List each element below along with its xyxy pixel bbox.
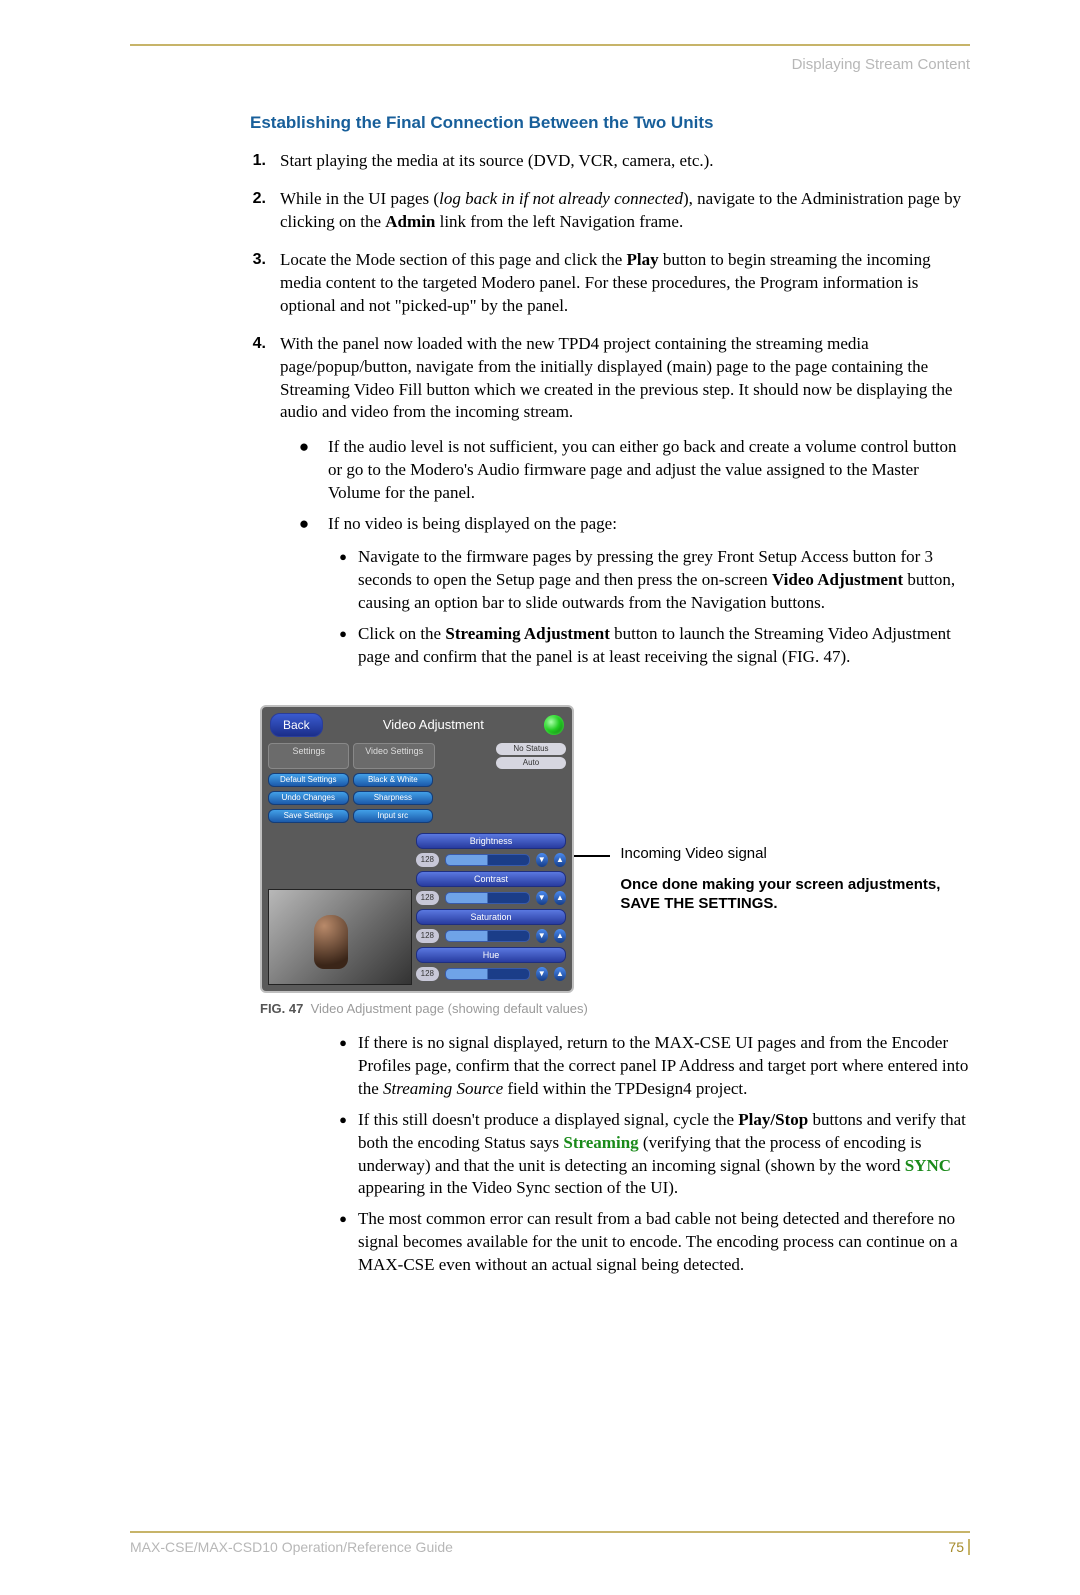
hue-label: Hue xyxy=(416,947,566,963)
figure-caption-text: Video Adjustment page (showing default v… xyxy=(311,1001,588,1016)
step-3: 3. Locate the Mode section of this page … xyxy=(130,244,970,328)
step-text: Start playing the media at its source (D… xyxy=(280,150,970,173)
panel-column-headers: Settings Video Settings No Status Auto xyxy=(262,743,572,773)
video-adjustment-panel: Back Video Adjustment Settings Video Set… xyxy=(260,705,574,993)
figure-47: Back Video Adjustment Settings Video Set… xyxy=(260,705,970,993)
step-number: 1. xyxy=(130,150,280,173)
panel-title: Video Adjustment xyxy=(323,717,544,732)
decrement-icon[interactable]: ▼ xyxy=(536,853,548,867)
default-settings-button[interactable]: Default Settings xyxy=(268,773,349,787)
increment-icon[interactable]: ▲ xyxy=(554,929,566,943)
saturation-row: Saturation xyxy=(416,909,566,925)
black-white-button[interactable]: Black & White xyxy=(353,773,434,787)
figure-annotations: Incoming Video signal Once done making y… xyxy=(610,705,970,914)
page-footer: MAX-CSE/MAX-CSD10 Operation/Reference Gu… xyxy=(130,1531,970,1555)
nested-bullet-item: ● Click on the Streaming Adjustment butt… xyxy=(328,619,970,673)
brightness-value: 128 xyxy=(416,853,439,867)
bullet-item: ● If the audio level is not sufficient, … xyxy=(280,432,970,509)
decrement-icon[interactable]: ▼ xyxy=(536,891,548,905)
incoming-video-preview xyxy=(268,889,412,985)
figure-number: FIG. 47 xyxy=(260,1001,303,1016)
saturation-label: Saturation xyxy=(416,909,566,925)
bullet-icon: ● xyxy=(328,1208,358,1277)
step-4: 4. With the panel now loaded with the ne… xyxy=(130,328,970,687)
increment-icon[interactable]: ▲ xyxy=(554,853,566,867)
back-button[interactable]: Back xyxy=(270,713,323,737)
hue-row: Hue xyxy=(416,947,566,963)
increment-icon[interactable]: ▲ xyxy=(554,891,566,905)
step-number: 2. xyxy=(130,188,280,234)
procedure-list: 1. Start playing the media at its source… xyxy=(130,145,970,687)
save-settings-button[interactable]: Save Settings xyxy=(268,809,349,823)
settings-header: Settings xyxy=(268,743,349,769)
brightness-slider[interactable] xyxy=(445,854,530,866)
panel-titlebar: Back Video Adjustment xyxy=(262,707,572,743)
annotation-leader-line xyxy=(574,855,610,857)
header-rule xyxy=(130,44,970,46)
annotation-save-reminder: Once done making your screen adjustments… xyxy=(620,876,970,914)
input-src-button[interactable]: Input src xyxy=(353,809,434,823)
footer-page-number: 75 xyxy=(948,1539,970,1555)
step-1: 1. Start playing the media at its source… xyxy=(130,145,970,183)
footer-doc-title: MAX-CSE/MAX-CSD10 Operation/Reference Gu… xyxy=(130,1539,453,1555)
saturation-value: 128 xyxy=(416,929,439,943)
chapter-title: Displaying Stream Content xyxy=(130,56,970,73)
nested-bullet-list: ● If there is no signal displayed, retur… xyxy=(328,1028,970,1281)
step-text: With the panel now loaded with the new T… xyxy=(280,333,970,677)
nested-bullet-list: ● Navigate to the firmware pages by pres… xyxy=(328,542,970,673)
nested-bullet-item: ● Navigate to the firmware pages by pres… xyxy=(328,542,970,619)
step-text: While in the UI pages (log back in if no… xyxy=(280,188,970,234)
nested-bullet-item: ● If this still doesn't produce a displa… xyxy=(328,1105,970,1205)
decrement-icon[interactable]: ▼ xyxy=(536,929,548,943)
video-settings-header: Video Settings xyxy=(353,743,434,769)
decrement-icon[interactable]: ▼ xyxy=(536,967,548,981)
status-pill: No Status xyxy=(496,743,566,755)
step-number: 3. xyxy=(130,249,280,318)
figure-caption: FIG. 47 Video Adjustment page (showing d… xyxy=(260,1001,970,1016)
sharpness-button[interactable]: Sharpness xyxy=(353,791,434,805)
bullet-item: ● If no video is being displayed on the … xyxy=(280,509,970,677)
saturation-slider[interactable] xyxy=(445,930,530,942)
hue-value: 128 xyxy=(416,967,439,981)
bullet-icon: ● xyxy=(328,623,358,669)
nested-bullet-item: ● If there is no signal displayed, retur… xyxy=(328,1028,970,1105)
undo-changes-button[interactable]: Undo Changes xyxy=(268,791,349,805)
step-text: Locate the Mode section of this page and… xyxy=(280,249,970,318)
annotation-incoming-signal: Incoming Video signal xyxy=(620,845,970,862)
contrast-label: Contrast xyxy=(416,871,566,887)
increment-icon[interactable]: ▲ xyxy=(554,967,566,981)
status-led-icon xyxy=(544,715,564,735)
brightness-label: Brightness xyxy=(416,833,566,849)
hue-slider[interactable] xyxy=(445,968,530,980)
panel-button-grid: Default Settings Undo Changes Save Setti… xyxy=(262,773,572,829)
bullet-icon: ● xyxy=(280,513,328,673)
bullet-icon: ● xyxy=(328,546,358,615)
contrast-row: Contrast xyxy=(416,871,566,887)
bullet-icon: ● xyxy=(280,436,328,505)
auto-pill: Auto xyxy=(496,757,566,769)
contrast-slider[interactable] xyxy=(445,892,530,904)
bullet-icon: ● xyxy=(328,1032,358,1101)
brightness-row: Brightness xyxy=(416,833,566,849)
step-number: 4. xyxy=(130,333,280,677)
sub-bullet-list: ● If the audio level is not sufficient, … xyxy=(280,432,970,676)
nested-bullet-item: ● The most common error can result from … xyxy=(328,1204,970,1281)
bullet-icon: ● xyxy=(328,1109,358,1201)
contrast-value: 128 xyxy=(416,891,439,905)
step-2: 2. While in the UI pages (log back in if… xyxy=(130,183,970,244)
document-page: Displaying Stream Content Establishing t… xyxy=(0,0,1080,1595)
section-heading: Establishing the Final Connection Betwee… xyxy=(130,113,970,133)
continued-bullets: ● If there is no signal displayed, retur… xyxy=(130,1028,970,1281)
